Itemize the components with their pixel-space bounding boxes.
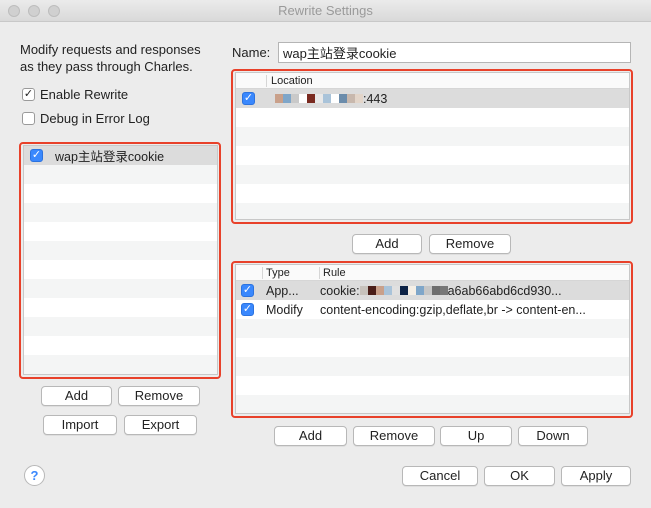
add-set-button[interactable]: Add [41, 386, 112, 406]
remove-rule-button[interactable]: Remove [353, 426, 435, 446]
export-button[interactable]: Export [124, 415, 197, 435]
debug-log-checkbox[interactable] [22, 112, 35, 125]
location-row[interactable]: ✓ :443 [236, 89, 629, 108]
set-row[interactable]: ✓ wap主站登录cookie [24, 146, 217, 165]
description: Modify requests and responses as they pa… [20, 41, 225, 75]
close-window-icon[interactable] [8, 5, 20, 17]
rule-enabled-checkbox[interactable]: ✓ [241, 303, 254, 316]
rule-text: cookie: a6ab66abd6cd930... [314, 284, 604, 298]
set-name: wap主站登录cookie [55, 150, 165, 164]
move-down-button[interactable]: Down [518, 426, 588, 446]
description-line-2: as they pass through Charles. [20, 59, 193, 74]
rule-type: Modify [266, 302, 303, 317]
debug-log-option[interactable]: Debug in Error Log [22, 111, 150, 126]
location-column-header[interactable]: Location [267, 75, 313, 87]
rules-header: Type Rule [236, 265, 629, 281]
zoom-window-icon[interactable] [48, 5, 60, 17]
description-line-1: Modify requests and responses [20, 42, 201, 57]
redacted-cookie-icon [359, 286, 448, 295]
set-enabled-checkbox[interactable]: ✓ [30, 149, 43, 162]
remove-location-button[interactable]: Remove [429, 234, 511, 254]
add-location-button[interactable]: Add [352, 234, 422, 254]
enable-rewrite-label: Enable Rewrite [40, 87, 129, 102]
rules-table[interactable]: Type Rule ✓ App... cookie: a6ab66abd6cd9… [235, 264, 630, 414]
rewrite-sets-list[interactable]: ✓ wap主站登录cookie [23, 145, 218, 375]
location-enabled-checkbox[interactable]: ✓ [242, 92, 255, 105]
locations-table[interactable]: Location ✓ :443 [235, 72, 630, 220]
apply-button[interactable]: Apply [561, 466, 631, 486]
ok-button[interactable]: OK [484, 466, 555, 486]
cancel-button[interactable]: Cancel [402, 466, 478, 486]
add-rule-button[interactable]: Add [274, 426, 347, 446]
rule-row[interactable]: ✓ App... cookie: a6ab66abd6cd930... [236, 281, 629, 300]
title-bar: Rewrite Settings [0, 0, 651, 22]
rule-row[interactable]: ✓ Modify content-encoding:gzip,deflate,b… [236, 300, 629, 319]
window-title: Rewrite Settings [278, 3, 373, 18]
locations-header: Location [236, 73, 629, 89]
name-input[interactable] [278, 42, 631, 63]
enable-rewrite-checkbox[interactable]: ✓ [22, 88, 35, 101]
type-column-header[interactable]: Type [263, 267, 319, 279]
location-value: :443 [275, 92, 387, 106]
import-button[interactable]: Import [43, 415, 117, 435]
rule-suffix: a6ab66abd6cd930... [447, 283, 562, 298]
rule-column-header[interactable]: Rule [320, 267, 346, 279]
enable-rewrite-option[interactable]: ✓ Enable Rewrite [22, 87, 128, 102]
rule-enabled-checkbox[interactable]: ✓ [241, 284, 254, 297]
help-icon[interactable]: ? [24, 465, 45, 486]
location-port: :443 [363, 91, 388, 106]
remove-set-button[interactable]: Remove [118, 386, 200, 406]
rule-type: App... [266, 283, 299, 298]
rule-text: content-encoding:gzip,deflate,br -> cont… [320, 302, 586, 317]
debug-log-label: Debug in Error Log [40, 111, 150, 126]
redacted-host-icon [275, 94, 363, 103]
rule-prefix: cookie: [320, 283, 360, 298]
name-label: Name: [232, 45, 271, 60]
move-up-button[interactable]: Up [440, 426, 512, 446]
minimize-window-icon[interactable] [28, 5, 40, 17]
